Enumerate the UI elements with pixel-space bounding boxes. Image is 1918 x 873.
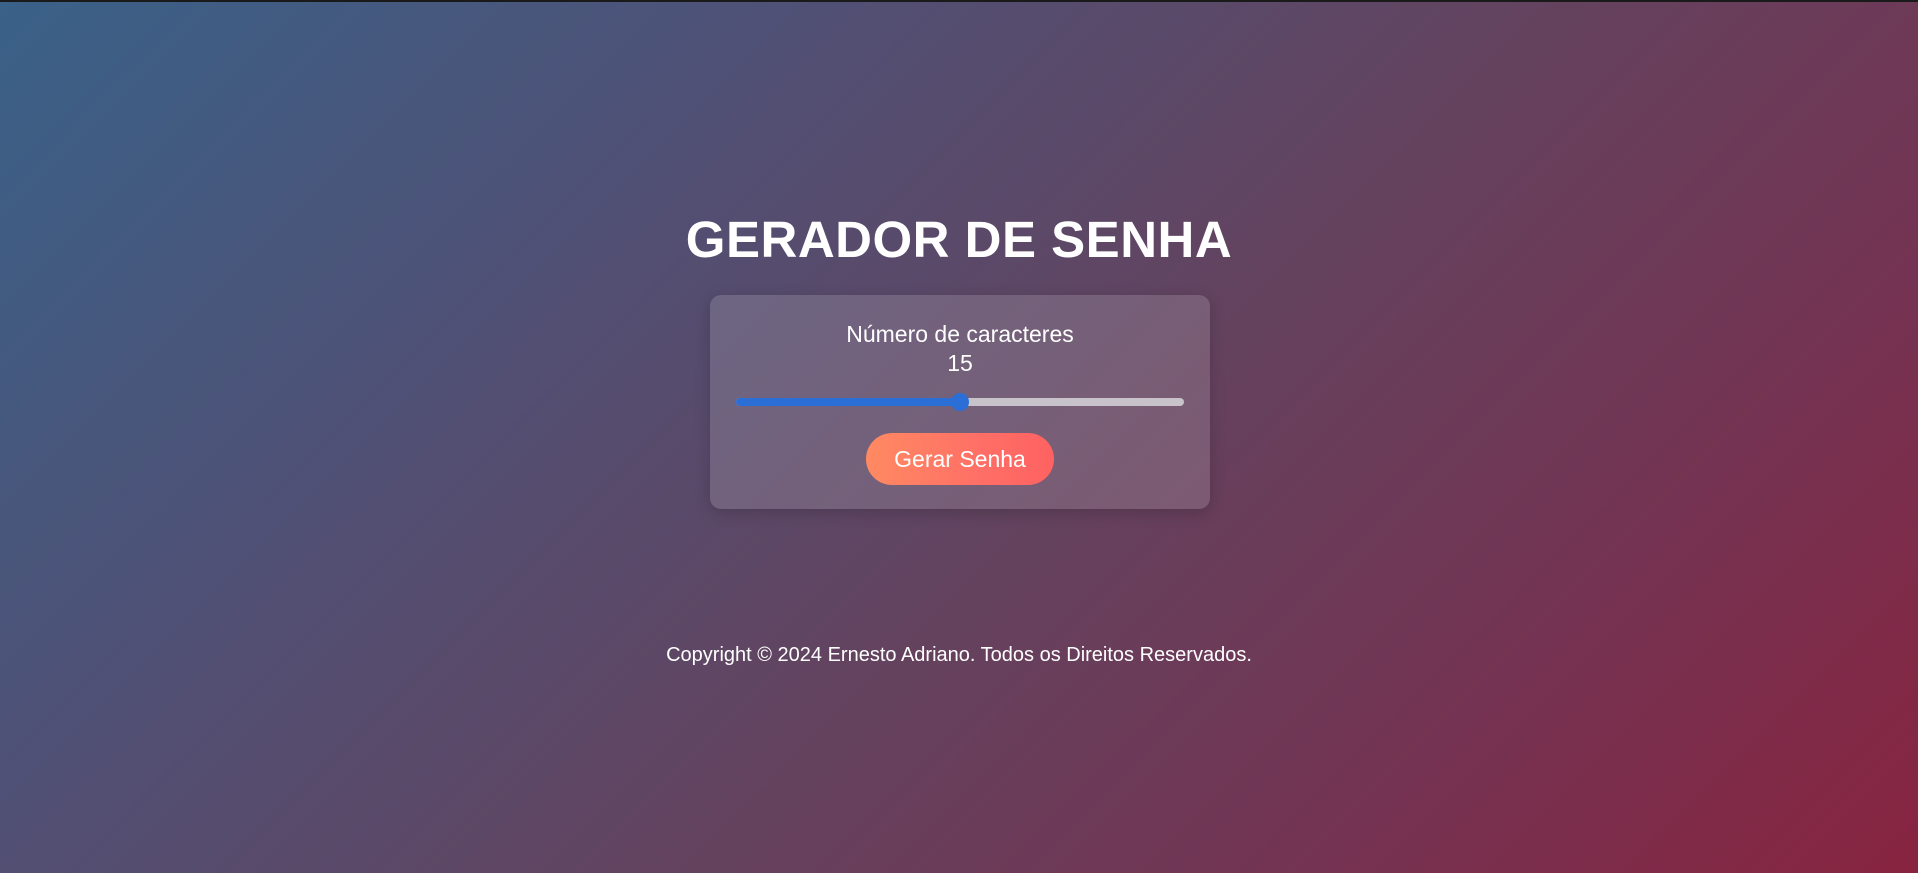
page-title: GERADOR DE SENHA <box>685 211 1233 268</box>
length-value: 15 <box>947 350 973 376</box>
length-label: Número de caracteres <box>846 321 1074 347</box>
slider-fill <box>736 398 960 406</box>
generator-card: Número de caracteres 15 Gerar Senha <box>710 295 1210 509</box>
slider-thumb[interactable] <box>951 393 969 411</box>
page-background: GERADOR DE SENHA Número de caracteres 15… <box>0 2 1918 873</box>
generate-password-button[interactable]: Gerar Senha <box>866 433 1054 485</box>
length-slider[interactable] <box>736 393 1184 411</box>
footer-copyright: Copyright © 2024 Ernesto Adriano. Todos … <box>666 644 1252 666</box>
